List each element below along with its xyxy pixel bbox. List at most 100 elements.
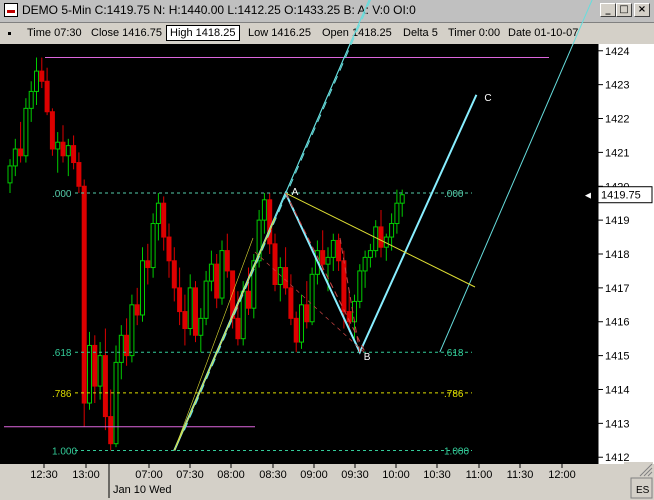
candle-body	[113, 361, 119, 445]
candle-body	[34, 70, 39, 92]
candle-body	[288, 287, 294, 319]
candle-body	[39, 70, 45, 82]
candle-body	[330, 239, 336, 258]
y-tick-label: 1414	[605, 384, 629, 396]
candle-body	[304, 304, 310, 323]
candle-body	[60, 141, 66, 157]
candle-body	[214, 263, 220, 299]
x-tick-label: 11:30	[507, 469, 534, 481]
candle-body	[49, 111, 55, 150]
candle-body	[81, 185, 87, 404]
candle-body	[394, 202, 400, 225]
fib-level-label-right: 1.000	[444, 446, 469, 457]
price-chart[interactable]: .000 .000 .618 .618 .786 .786 1.000 1.000 A B C 14…	[0, 0, 654, 500]
candle-body	[219, 250, 225, 299]
fib-level-label-right: .618	[444, 348, 464, 359]
candle-body	[203, 280, 209, 319]
candle-body	[378, 226, 384, 248]
y-tick-label: 1415	[605, 351, 629, 363]
candle-body	[277, 267, 283, 285]
candle-body	[12, 148, 18, 167]
x-tick-label: 12:00	[548, 469, 576, 481]
x-tick-label: 11:00	[466, 469, 493, 481]
candle-body	[171, 260, 177, 289]
candle-body	[193, 287, 198, 336]
candle-body	[150, 223, 156, 269]
candle-body	[261, 199, 267, 221]
candle-body	[92, 344, 98, 387]
chart-window: DEMO 5-Min C:1419.75 N: H:1440.00 L:1412…	[0, 0, 654, 500]
candle-body	[134, 304, 140, 316]
point-label-a: A	[292, 187, 299, 198]
candle-body	[129, 304, 135, 357]
candle-body	[55, 141, 61, 150]
candle-body	[389, 223, 395, 238]
candle-body	[44, 80, 50, 113]
candle-body	[367, 250, 373, 258]
x-tick-label: 07:00	[135, 469, 163, 481]
candle-body	[272, 243, 278, 285]
candle-body	[76, 162, 82, 187]
y-tick-label: 1413	[605, 418, 629, 430]
candle-body	[283, 267, 289, 289]
y-tick-label: 1422	[605, 114, 629, 126]
y-tick-label: 1418	[605, 249, 629, 261]
fib-level-label-left: .786	[52, 389, 72, 400]
last-price-label: 1419.75	[601, 190, 641, 202]
y-tick-label: 1423	[605, 80, 629, 92]
candle-body	[23, 107, 29, 157]
x-tick-label: 08:00	[217, 469, 245, 481]
x-tick-label: 08:30	[259, 469, 287, 481]
y-tick-label: 1417	[605, 283, 629, 295]
fib-level-label-right: .000	[444, 189, 464, 200]
candle-body	[336, 239, 342, 262]
candle-body	[187, 287, 193, 330]
candle-body	[182, 311, 188, 330]
y-tick-label: 1419	[605, 215, 629, 227]
candle-body	[102, 355, 108, 418]
point-label-b: B	[364, 352, 371, 363]
x-tick-label: 09:30	[341, 469, 369, 481]
candle-body	[235, 317, 241, 340]
fib-level-label-left: 1.000	[52, 446, 77, 457]
candle-body	[208, 263, 214, 282]
candle-body	[18, 148, 24, 157]
candle-body	[325, 256, 331, 265]
candle-body	[87, 344, 92, 404]
candle-body	[399, 194, 405, 204]
candle-body	[299, 304, 304, 343]
candle-body	[145, 260, 151, 269]
y-tick-label: 1416	[605, 317, 629, 329]
candle-body	[155, 202, 161, 225]
x-tick-label: 10:00	[382, 469, 410, 481]
candle-body	[7, 165, 13, 184]
resize-grip-icon[interactable]	[624, 462, 653, 477]
fib-level-label-left: .618	[52, 348, 72, 359]
candle-body	[108, 416, 114, 445]
point-label-c: C	[484, 93, 491, 104]
x-tick-label: 09:00	[300, 469, 328, 481]
candle-body	[97, 355, 103, 387]
candle-body	[224, 250, 230, 272]
x-tick-label: 10:30	[423, 469, 451, 481]
candle-body	[118, 334, 124, 363]
y-tick-label: 1424	[605, 46, 629, 58]
fib-level-label-left: .000	[52, 189, 72, 200]
candle-body	[320, 250, 326, 265]
candle-body	[293, 317, 299, 343]
x-tick-label: 13:00	[72, 469, 100, 481]
candle-body	[28, 90, 34, 109]
candle-body	[309, 273, 315, 323]
fib-level-label-right: .786	[444, 389, 464, 400]
candle-body	[71, 145, 77, 164]
candle-body	[161, 202, 167, 238]
candle-body	[65, 145, 71, 157]
last-price-arrow-icon: ◄	[583, 191, 593, 202]
candle-body	[198, 317, 204, 336]
candle-body	[140, 260, 145, 316]
candle-body	[362, 256, 368, 272]
x-tick-label: 12:30	[30, 469, 58, 481]
x-tick-label: 07:30	[176, 469, 204, 481]
candle-body	[177, 287, 183, 313]
y-tick-label: 1421	[605, 147, 629, 159]
